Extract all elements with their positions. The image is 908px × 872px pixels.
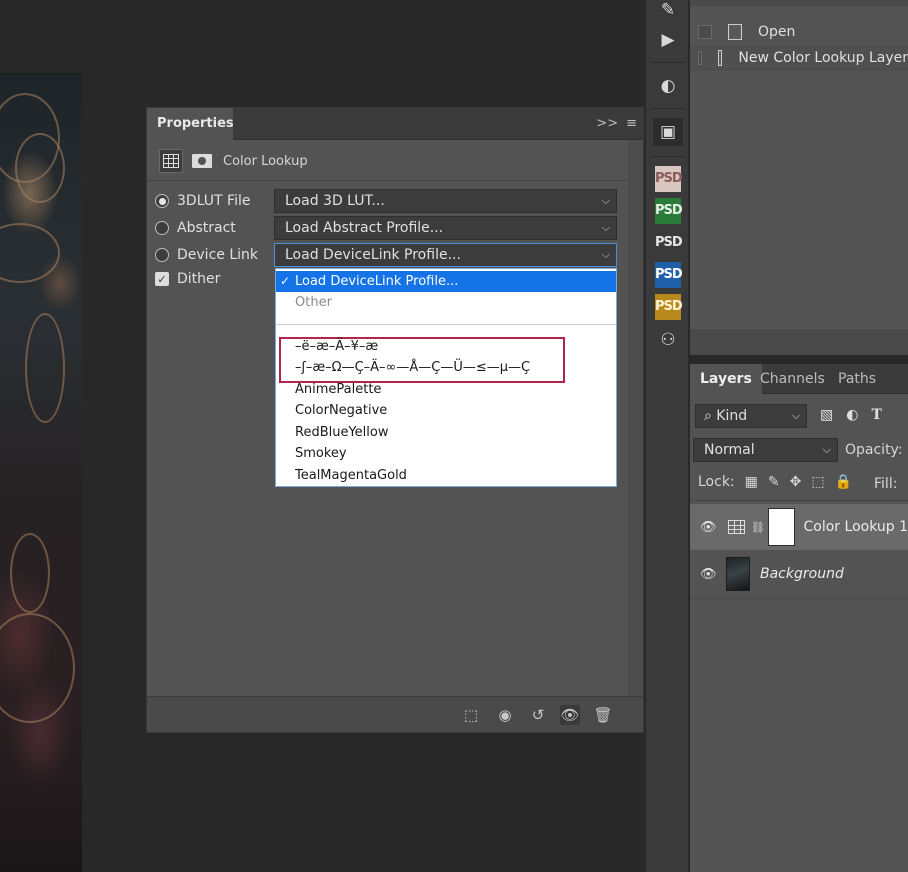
- lock-artboard-icon[interactable]: ⬚: [811, 474, 824, 490]
- action-toggle-checkbox[interactable]: [698, 51, 703, 65]
- psd-icon[interactable]: PSD: [655, 262, 683, 288]
- device-link-radio[interactable]: [155, 248, 169, 262]
- trash-icon[interactable]: 🗑: [593, 705, 613, 725]
- adjustments-icon[interactable]: ◐: [653, 72, 683, 100]
- option-abstract[interactable]: Abstract: [155, 218, 236, 238]
- libraries-icon[interactable]: ▣: [653, 118, 683, 146]
- fill-label: Fill:: [874, 476, 898, 492]
- option-dither[interactable]: ✓ Dither: [155, 269, 220, 289]
- menu-item[interactable]: TealMagentaGold: [276, 465, 616, 486]
- layer-row-color-lookup[interactable]: 👁 ⛓ Color Lookup 1: [690, 504, 908, 550]
- properties-footer: ⬚ ◉ ↺ 👁 🗑: [147, 696, 643, 732]
- properties-panel: Properties >> ≡ Color Lookup 3DLUT File …: [146, 107, 644, 733]
- menu-item[interactable]: RedBlueYellow: [276, 422, 616, 443]
- chevron-down-icon: ⌵: [822, 443, 831, 456]
- menu-item-load-devicelink[interactable]: Load DeviceLink Profile...: [276, 271, 616, 292]
- properties-tabbar: Properties >> ≡: [147, 108, 643, 140]
- visibility-eye-icon[interactable]: 👁: [560, 705, 580, 725]
- psd-icon[interactable]: PSD: [655, 198, 683, 224]
- psd-icon[interactable]: PSD: [655, 166, 683, 192]
- document-icon: [718, 50, 723, 66]
- menu-item[interactable]: ColorNegative: [276, 400, 616, 421]
- tab-paths[interactable]: Paths: [828, 364, 886, 394]
- tab-channels[interactable]: Channels: [750, 364, 835, 394]
- panel-scrollbar[interactable]: [629, 140, 643, 696]
- brush-icon[interactable]: ✎: [653, 0, 683, 24]
- chevron-down-icon: ⌵: [791, 409, 800, 422]
- option-label: 3DLUT File: [177, 193, 251, 209]
- abstract-dropdown[interactable]: Load Abstract Profile... ⌵: [274, 216, 617, 240]
- option-label: Dither: [177, 271, 221, 287]
- view-previous-icon[interactable]: ◉: [495, 705, 515, 725]
- device-link-menu: Load DeviceLink Profile... Other –ë–æ–Ä–…: [275, 268, 617, 487]
- type-filter-icon[interactable]: T: [871, 407, 881, 423]
- opacity-label: Opacity:: [845, 442, 903, 458]
- layer-mask-thumbnail[interactable]: [767, 508, 795, 546]
- photo-image: [0, 73, 82, 872]
- layer-row-background[interactable]: 👁 Background: [690, 551, 908, 597]
- lock-all-icon[interactable]: 🔒: [835, 474, 852, 490]
- chevron-down-icon: ⌵: [601, 221, 610, 234]
- action-row-open[interactable]: Open: [690, 19, 908, 45]
- 3dlut-radio[interactable]: [155, 194, 169, 208]
- menu-item[interactable]: Smokey: [276, 443, 616, 464]
- collapse-icon[interactable]: >>: [596, 116, 618, 131]
- menu-separator: [276, 324, 616, 325]
- reset-icon[interactable]: ↺: [528, 705, 548, 725]
- lock-paint-icon[interactable]: ✎: [768, 474, 780, 490]
- filter-kind-select[interactable]: ⌕ Kind ⌵: [695, 404, 807, 428]
- chain-link-icon[interactable]: ⛓: [751, 521, 765, 534]
- blend-mode-select[interactable]: Normal ⌵: [693, 438, 838, 462]
- search-icon: ⌕: [704, 408, 717, 424]
- option-label: Device Link: [177, 247, 258, 263]
- visibility-eye-icon[interactable]: 👁: [700, 520, 717, 535]
- layers-panel: Layers Channels Paths ⌕ Kind ⌵ ▧ ◐ T Nor…: [690, 364, 908, 872]
- style-network-icon[interactable]: ⚇: [653, 326, 683, 354]
- clip-to-layer-icon[interactable]: ⬚: [461, 705, 481, 725]
- adjustment-filter-icon[interactable]: ◐: [846, 407, 858, 423]
- action-toggle-checkbox[interactable]: [698, 25, 712, 39]
- chevron-down-icon: ⌵: [601, 248, 610, 261]
- option-device-link[interactable]: Device Link: [155, 245, 258, 265]
- chevron-down-icon: ⌵: [601, 194, 610, 207]
- adjustment-layer-icon: [728, 520, 745, 534]
- menu-item-other: Other: [295, 295, 332, 310]
- panel-menu-icon[interactable]: ≡: [626, 116, 637, 131]
- device-link-dropdown[interactable]: Load DeviceLink Profile... ⌵: [274, 243, 617, 267]
- psd-icon[interactable]: PSD: [655, 230, 683, 256]
- lock-move-icon[interactable]: ✥: [790, 474, 802, 490]
- layer-thumbnail: [726, 557, 750, 591]
- visibility-eye-icon[interactable]: 👁: [700, 567, 717, 582]
- abstract-radio[interactable]: [155, 221, 169, 235]
- menu-item-garbled-1[interactable]: –ë–æ–Ä–¥–æ: [276, 336, 616, 357]
- menu-item[interactable]: AnimePalette: [276, 379, 616, 400]
- lock-transparent-icon[interactable]: ▦: [745, 474, 758, 490]
- menu-item-garbled-2[interactable]: –ʃ–æ–Ω—Ç–Ä–∞—Å—Ç—Ü—≤—µ—Ç: [276, 357, 616, 378]
- document-icon: [728, 24, 742, 40]
- 3dlut-dropdown[interactable]: Load 3D LUT... ⌵: [274, 189, 617, 213]
- layer-mask-icon[interactable]: [191, 150, 213, 172]
- layer-name: Color Lookup 1: [803, 519, 908, 535]
- actions-panel: Open New Color Lookup Layer: [690, 0, 908, 355]
- lock-label: Lock:: [698, 474, 735, 490]
- tab-properties[interactable]: Properties: [147, 108, 234, 140]
- adjustments-grid-icon[interactable]: [159, 149, 183, 173]
- dither-checkbox[interactable]: ✓: [155, 272, 169, 286]
- psd-icon[interactable]: PSD: [655, 294, 683, 320]
- action-row-new-color-lookup[interactable]: New Color Lookup Layer: [690, 45, 908, 71]
- panel-icon-strip: ✎ ▶ ◐ ▣ PSD PSD PSD PSD PSD ⚇: [645, 0, 689, 872]
- play-icon[interactable]: ▶: [653, 26, 683, 54]
- layer-name: Background: [760, 566, 844, 582]
- adjustment-title: Color Lookup: [223, 153, 308, 169]
- option-label: Abstract: [177, 220, 236, 236]
- pixel-filter-icon[interactable]: ▧: [820, 407, 833, 423]
- option-3dlut[interactable]: 3DLUT File: [155, 191, 250, 211]
